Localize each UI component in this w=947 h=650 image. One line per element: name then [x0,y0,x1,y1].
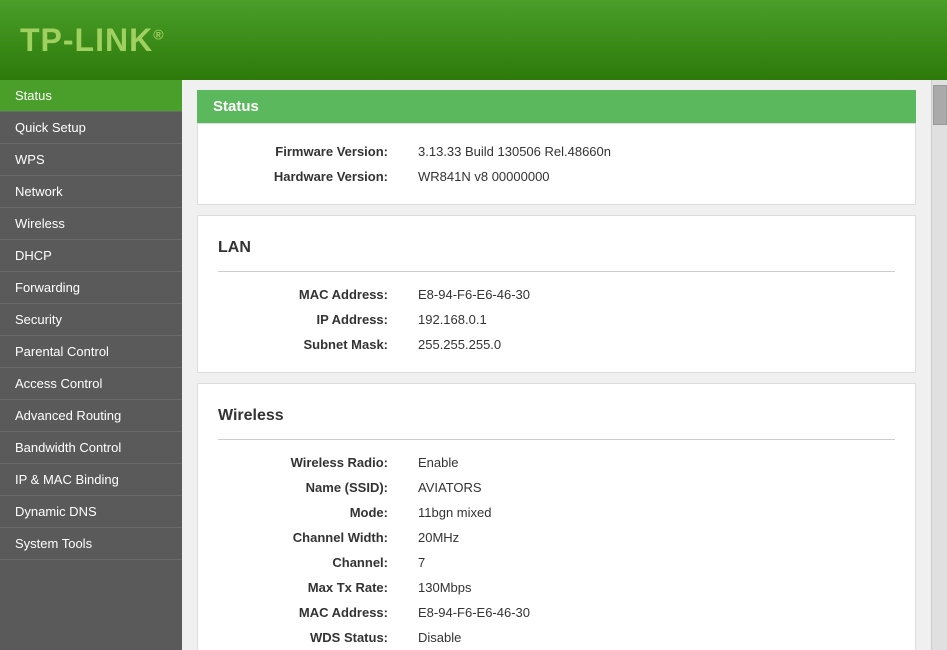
wireless-mode-label: Mode: [218,500,398,525]
sidebar-item-wireless[interactable]: Wireless [0,208,182,240]
hardware-value: WR841N v8 00000000 [398,164,895,189]
sidebar-item-dhcp[interactable]: DHCP [0,240,182,272]
sidebar-item-system-tools[interactable]: System Tools [0,528,182,560]
lan-ip-row: IP Address: 192.168.0.1 [218,307,895,332]
sidebar-item-advanced-routing[interactable]: Advanced Routing [0,400,182,432]
wireless-max-tx-value: 130Mbps [398,575,895,600]
sidebar-item-bandwidth-control[interactable]: Bandwidth Control [0,432,182,464]
scrollbar-thumb[interactable] [933,85,947,125]
sidebar-item-ip-mac-binding[interactable]: IP & MAC Binding [0,464,182,496]
wireless-divider [218,439,895,440]
lan-ip-value: 192.168.0.1 [398,307,895,332]
sidebar-item-dynamic-dns[interactable]: Dynamic DNS [0,496,182,528]
logo: TP-LINK® [20,22,165,59]
sidebar-item-network[interactable]: Network [0,176,182,208]
logo-text: TP-LINK [20,22,153,58]
header: TP-LINK® [0,0,947,80]
wireless-section: Wireless Wireless Radio: Enable Name (SS… [197,383,916,650]
sidebar-item-access-control[interactable]: Access Control [0,368,182,400]
wireless-channel-width-label: Channel Width: [218,525,398,550]
lan-subnet-row: Subnet Mask: 255.255.255.0 [218,332,895,357]
wireless-ssid-label: Name (SSID): [218,475,398,500]
sidebar-item-status[interactable]: Status [0,80,182,112]
logo-symbol: ® [153,26,164,42]
page-title: Status [197,90,916,123]
wireless-mac-value: E8-94-F6-E6-46-30 [398,600,895,625]
wireless-radio-label: Wireless Radio: [218,450,398,475]
lan-section: LAN MAC Address: E8-94-F6-E6-46-30 IP Ad… [197,215,916,373]
wireless-wds-row: WDS Status: Disable [218,625,895,650]
lan-mac-row: MAC Address: E8-94-F6-E6-46-30 [218,282,895,307]
sidebar-item-quick-setup[interactable]: Quick Setup [0,112,182,144]
wireless-channel-value: 7 [398,550,895,575]
wireless-channel-row: Channel: 7 [218,550,895,575]
sidebar-item-security[interactable]: Security [0,304,182,336]
firmware-row: Firmware Version: 3.13.33 Build 130506 R… [218,139,895,164]
sidebar: StatusQuick SetupWPSNetworkWirelessDHCPF… [0,80,182,650]
wireless-mac-label: MAC Address: [218,600,398,625]
wireless-channel-label: Channel: [218,550,398,575]
sidebar-item-parental-control[interactable]: Parental Control [0,336,182,368]
lan-subnet-label: Subnet Mask: [218,332,398,357]
lan-mac-label: MAC Address: [218,282,398,307]
wireless-mode-row: Mode: 11bgn mixed [218,500,895,525]
wireless-max-tx-label: Max Tx Rate: [218,575,398,600]
main-content: Status Firmware Version: 3.13.33 Build 1… [182,80,931,650]
lan-divider [218,271,895,272]
sidebar-item-wps[interactable]: WPS [0,144,182,176]
wireless-wds-label: WDS Status: [218,625,398,650]
firmware-value: 3.13.33 Build 130506 Rel.48660n [398,139,895,164]
wireless-radio-value: Enable [398,450,895,475]
wireless-ssid-row: Name (SSID): AVIATORS [218,475,895,500]
wireless-max-tx-row: Max Tx Rate: 130Mbps [218,575,895,600]
firmware-table: Firmware Version: 3.13.33 Build 130506 R… [218,139,895,189]
wireless-table: Wireless Radio: Enable Name (SSID): AVIA… [218,450,895,650]
lan-heading: LAN [218,231,895,261]
lan-mac-value: E8-94-F6-E6-46-30 [398,282,895,307]
lan-subnet-value: 255.255.255.0 [398,332,895,357]
wireless-radio-row: Wireless Radio: Enable [218,450,895,475]
hardware-row: Hardware Version: WR841N v8 00000000 [218,164,895,189]
firmware-label: Firmware Version: [218,139,398,164]
hardware-label: Hardware Version: [218,164,398,189]
firmware-section: Firmware Version: 3.13.33 Build 130506 R… [197,123,916,205]
lan-ip-label: IP Address: [218,307,398,332]
layout: StatusQuick SetupWPSNetworkWirelessDHCPF… [0,80,947,650]
wireless-ssid-value: AVIATORS [398,475,895,500]
wireless-mac-row: MAC Address: E8-94-F6-E6-46-30 [218,600,895,625]
wireless-mode-value: 11bgn mixed [398,500,895,525]
wireless-heading: Wireless [218,399,895,429]
wireless-wds-value: Disable [398,625,895,650]
lan-table: MAC Address: E8-94-F6-E6-46-30 IP Addres… [218,282,895,357]
wireless-channel-width-value: 20MHz [398,525,895,550]
sidebar-item-forwarding[interactable]: Forwarding [0,272,182,304]
wireless-channel-width-row: Channel Width: 20MHz [218,525,895,550]
scrollbar[interactable] [931,80,947,650]
